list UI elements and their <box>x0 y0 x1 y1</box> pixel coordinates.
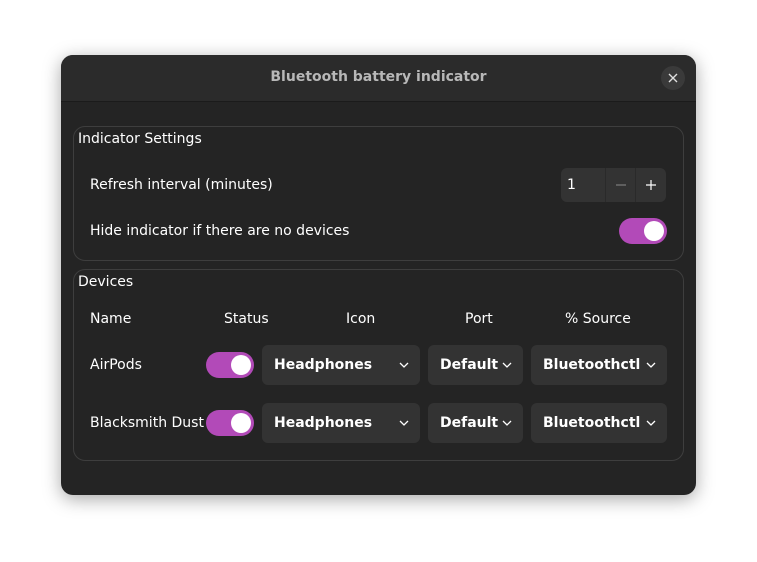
devices-heading: Devices <box>78 274 134 290</box>
column-header-icon: Icon <box>346 311 376 327</box>
devices-frame: Devices Name Status Icon Port % Source A… <box>73 269 684 461</box>
dropdown-value: Bluetoothctl <box>543 357 641 373</box>
device-source-dropdown[interactable]: Bluetoothctl <box>531 403 667 443</box>
device-port-dropdown[interactable]: Default <box>428 403 523 443</box>
decrement-button[interactable] <box>604 168 636 202</box>
chevron-down-icon <box>399 420 409 426</box>
indicator-settings-heading: Indicator Settings <box>78 131 202 147</box>
plus-icon <box>646 180 657 190</box>
window-title: Bluetooth battery indicator <box>270 69 487 85</box>
switch-knob <box>231 355 251 375</box>
title-bar: Bluetooth battery indicator <box>61 55 696 102</box>
switch-knob <box>644 221 664 241</box>
device-source-dropdown[interactable]: Bluetoothctl <box>531 345 667 385</box>
chevron-down-icon <box>399 362 409 368</box>
preferences-window: Bluetooth battery indicator Indicator Se… <box>61 55 696 495</box>
switch-knob <box>231 413 251 433</box>
close-button[interactable] <box>661 66 685 90</box>
column-header-name: Name <box>90 311 132 327</box>
chevron-down-icon <box>646 362 656 368</box>
refresh-interval-label: Refresh interval (minutes) <box>90 177 273 193</box>
refresh-interval-spinbutton: 1 <box>561 168 666 202</box>
column-header-source: % Source <box>565 311 631 327</box>
dropdown-value: Headphones <box>274 415 373 431</box>
close-icon <box>668 73 678 83</box>
minus-icon <box>615 184 626 186</box>
hide-indicator-label: Hide indicator if there are no devices <box>90 223 350 239</box>
device-name: Blacksmith Dust <box>90 415 204 431</box>
indicator-settings-frame: Indicator Settings Refresh interval (min… <box>73 126 684 261</box>
device-name: AirPods <box>90 357 142 373</box>
device-icon-dropdown[interactable]: Headphones <box>262 345 420 385</box>
device-status-switch[interactable] <box>206 352 254 378</box>
column-header-status: Status <box>224 311 269 327</box>
refresh-interval-value[interactable]: 1 <box>561 168 605 202</box>
chevron-down-icon <box>646 420 656 426</box>
dropdown-value: Default <box>440 357 499 373</box>
hide-indicator-switch[interactable] <box>619 218 667 244</box>
dropdown-value: Headphones <box>274 357 373 373</box>
device-status-switch[interactable] <box>206 410 254 436</box>
increment-button[interactable] <box>635 168 666 202</box>
device-port-dropdown[interactable]: Default <box>428 345 523 385</box>
chevron-down-icon <box>502 362 512 368</box>
chevron-down-icon <box>502 420 512 426</box>
dropdown-value: Default <box>440 415 499 431</box>
dropdown-value: Bluetoothctl <box>543 415 641 431</box>
device-icon-dropdown[interactable]: Headphones <box>262 403 420 443</box>
column-header-port: Port <box>465 311 493 327</box>
